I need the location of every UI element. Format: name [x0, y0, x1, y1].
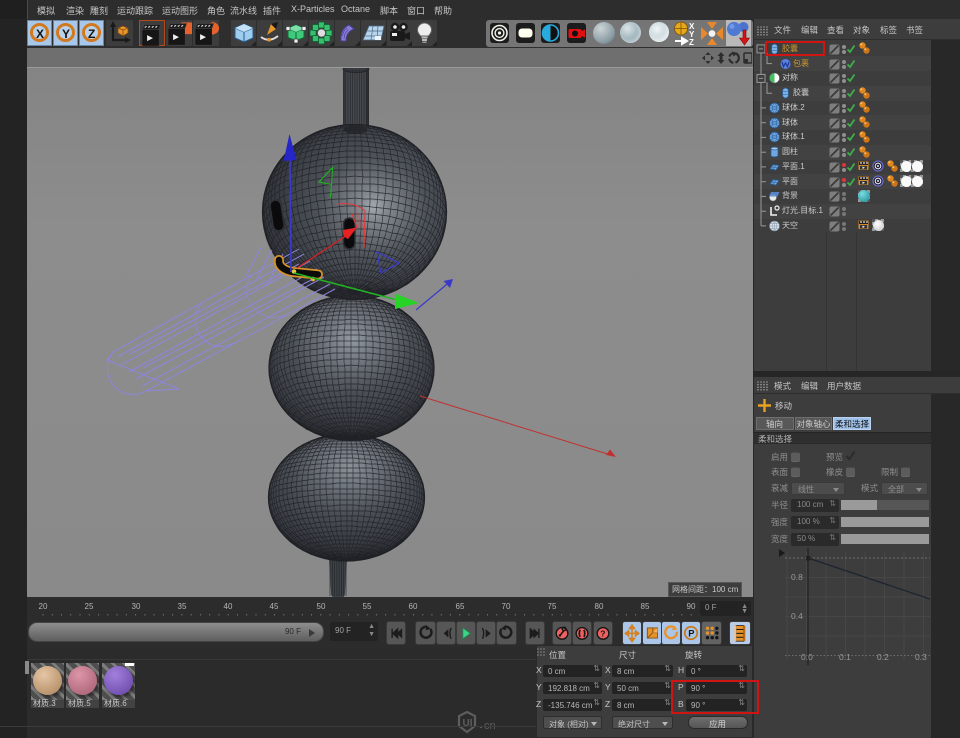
svg-text:UI: UI	[463, 718, 473, 729]
svg-text:P: P	[688, 629, 694, 639]
svg-text:Z: Z	[689, 38, 694, 46]
svg-text:?: ?	[600, 629, 605, 639]
